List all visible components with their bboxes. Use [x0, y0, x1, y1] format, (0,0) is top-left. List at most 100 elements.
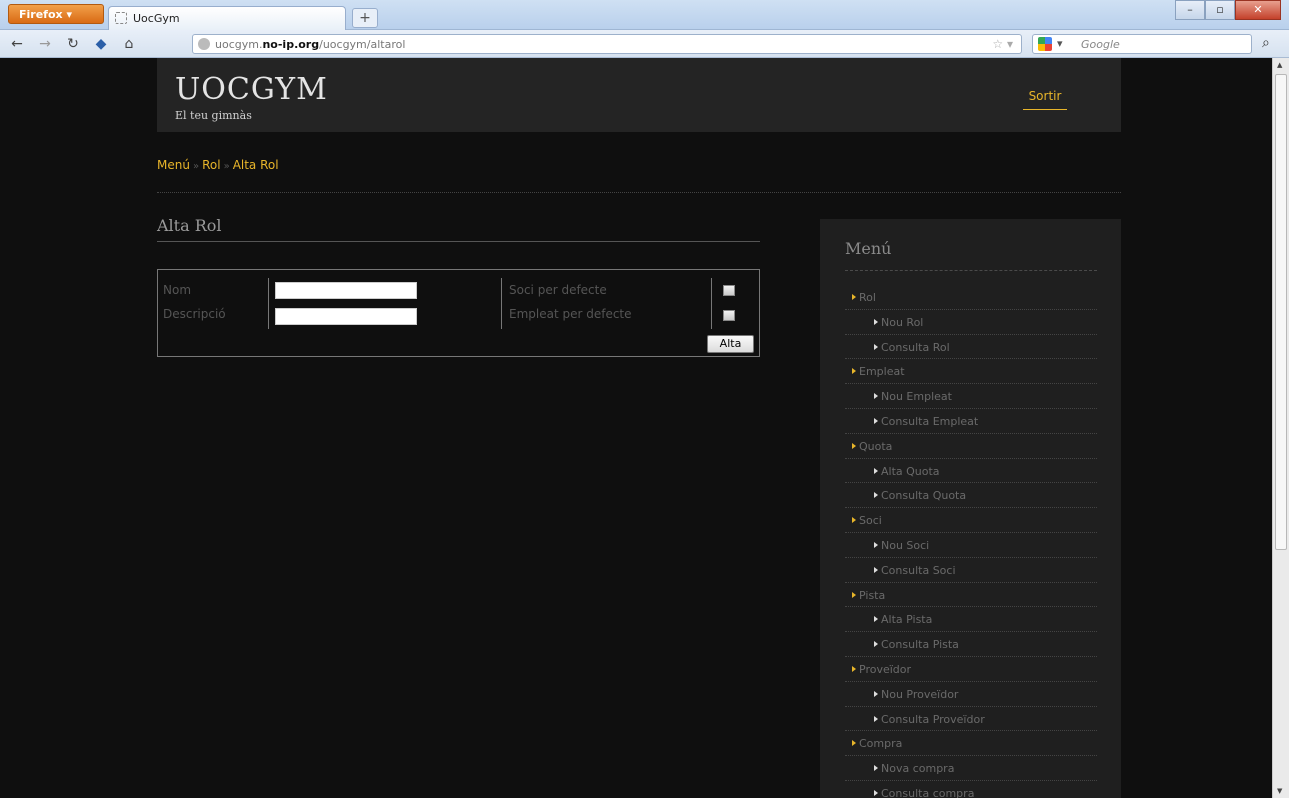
sidebar-item-label: Quota [859, 439, 893, 453]
sidebar-item-label: Proveïdor [859, 662, 912, 676]
sidebar-item-prove-dor[interactable]: Proveïdor [845, 657, 1097, 682]
page-favicon-icon [115, 12, 127, 24]
alta-rol-form: Nom Descripció Soci per defecte Empleat … [157, 269, 760, 357]
forward-arrow-icon[interactable]: → [36, 35, 54, 53]
sidebar-item-nou-prove-dor[interactable]: Nou Proveïdor [845, 682, 1097, 707]
search-bar[interactable]: ▾ Google [1032, 34, 1252, 54]
breadcrumb: Menú» Rol» Alta Rol [157, 158, 279, 172]
sidebar-item-label: Consulta Proveïdor [881, 712, 985, 726]
page-scrollbar[interactable]: ▲ ▼ [1272, 58, 1289, 798]
logout-link[interactable]: Sortir [1023, 89, 1067, 110]
url-bar[interactable]: uocgym.no-ip.org/uocgym/altarol ☆ ▾ [192, 34, 1022, 54]
firefox-menu-button[interactable]: Firefox ▾ [8, 4, 104, 24]
soci-per-defecte-label: Soci per defecte [509, 283, 607, 297]
sidebar-item-consulta-quota[interactable]: Consulta Quota [845, 483, 1097, 509]
url-path: /uocgym/altarol [319, 38, 406, 51]
sidebar-item-label: Rol [859, 291, 876, 304]
sidebar-item-label: Consulta Pista [881, 638, 959, 652]
sidebar-item-rol[interactable]: Rol [845, 285, 1097, 310]
search-placeholder: Google [1081, 38, 1120, 51]
window-controls: – ▫ ✕ [1175, 0, 1281, 20]
sidebar-item-label: Consulta Soci [881, 563, 956, 577]
breadcrumb-alta-rol[interactable]: Alta Rol [233, 158, 279, 172]
sidebar-item-compra[interactable]: Compra [845, 731, 1097, 757]
url-host-domain: no-ip.org [262, 38, 320, 51]
site-logo[interactable]: UOCGYM [175, 72, 328, 107]
bookmark-star-icon[interactable]: ☆ ▾ [992, 37, 1013, 51]
sidebar-title: Menú [845, 239, 1097, 271]
maximize-icon[interactable]: ▫ [1205, 0, 1235, 20]
breadcrumb-rol[interactable]: Rol [202, 158, 220, 172]
site-header: UOCGYM El teu gimnàs Sortir [157, 58, 1121, 132]
sidebar-item-consulta-empleat[interactable]: Consulta Empleat [845, 409, 1097, 434]
browser-titlebar: Firefox ▾ UocGym + – ▫ ✕ [0, 0, 1289, 30]
sidebar-item-label: Pista [859, 588, 886, 602]
sidebar-item-consulta-pista[interactable]: Consulta Pista [845, 632, 1097, 657]
sidebar-item-nou-soci[interactable]: Nou Soci [845, 533, 1097, 558]
home-icon[interactable]: ⌂ [120, 35, 138, 53]
page-title: Alta Rol [157, 216, 760, 242]
close-icon[interactable]: ✕ [1235, 0, 1281, 20]
sidebar-item-label: Nou Rol [881, 315, 924, 329]
empleat-per-defecte-checkbox[interactable] [723, 310, 735, 321]
bullet-arrow-icon [874, 641, 878, 648]
tab-title: UocGym [133, 12, 180, 25]
sidebar-item-alta-pista[interactable]: Alta Pista [845, 607, 1097, 633]
sidebar-item-label: Consulta Rol [881, 340, 950, 354]
sidebar-item-nou-empleat[interactable]: Nou Empleat [845, 384, 1097, 409]
sidebar-item-label: Consulta Quota [881, 489, 967, 503]
bullet-arrow-icon [852, 368, 856, 375]
bullet-arrow-icon [874, 417, 878, 424]
google-logo-icon[interactable] [1038, 37, 1052, 51]
descripcio-label: Descripció [163, 307, 226, 321]
sidebar-item-consulta-soci[interactable]: Consulta Soci [845, 558, 1097, 583]
sidebar-item-label: Soci [859, 514, 882, 528]
divider [711, 278, 712, 329]
reload-icon[interactable]: ↻ [64, 35, 82, 53]
scroll-up-arrow-icon[interactable]: ▲ [1277, 61, 1282, 69]
descripcio-input[interactable] [275, 308, 417, 325]
bullet-arrow-icon [852, 294, 856, 300]
sidebar-item-empleat[interactable]: Empleat [845, 359, 1097, 385]
bullet-arrow-icon [852, 591, 856, 598]
sidebar-item-label: Empleat [859, 365, 905, 379]
empleat-per-defecte-label: Empleat per defecte [509, 307, 632, 321]
bullet-arrow-icon [874, 318, 878, 325]
site-tagline: El teu gimnàs [175, 109, 252, 122]
globe-icon [198, 38, 210, 50]
sidebar-item-consulta-prove-dor[interactable]: Consulta Proveïdor [845, 707, 1097, 732]
scrollbar-thumb[interactable] [1275, 74, 1287, 550]
sidebar-item-quota[interactable]: Quota [845, 434, 1097, 459]
back-arrow-icon[interactable]: ← [8, 35, 26, 53]
bookmark-bird-icon[interactable]: ◆ [92, 35, 110, 53]
navigation-toolbar: ← → ↻ ◆ ⌂ uocgym.no-ip.org/uocgym/altaro… [0, 30, 1289, 58]
sidebar-item-label: Consulta Empleat [881, 414, 979, 428]
new-tab-button[interactable]: + [352, 8, 378, 28]
url-host-prefix: uocgym. [215, 38, 263, 51]
scroll-down-arrow-icon[interactable]: ▼ [1277, 787, 1282, 795]
sidebar-item-label: Consulta compra [881, 786, 975, 798]
sidebar-item-pista[interactable]: Pista [845, 583, 1097, 608]
page-content: UOCGYM El teu gimnàs Sortir Menú» Rol» Alt… [0, 58, 1272, 798]
sidebar-item-label: Nou Soci [881, 538, 930, 552]
tab-uocgym[interactable]: UocGym [108, 6, 346, 30]
bullet-arrow-icon [874, 690, 878, 697]
sidebar-menu: Menú Rol Nou Rol Consulta Rol Empleat Nou Em… [820, 219, 1121, 798]
nom-input[interactable] [275, 282, 417, 299]
minimize-icon[interactable]: – [1175, 0, 1205, 20]
sidebar-item-soci[interactable]: Soci [845, 508, 1097, 533]
divider [157, 192, 1121, 193]
sidebar-item-label: Alta Pista [881, 613, 933, 627]
bullet-arrow-icon [874, 467, 878, 474]
sidebar-item-nova-compra[interactable]: Nova compra [845, 756, 1097, 781]
sidebar-item-consulta-compra[interactable]: Consulta compra [845, 781, 1097, 798]
sidebar-item-alta-quota[interactable]: Alta Quota [845, 459, 1097, 484]
breadcrumb-menu[interactable]: Menú [157, 158, 190, 172]
search-magnifier-icon[interactable]: ⌕ [1262, 35, 1270, 51]
sidebar-item-nou-rol[interactable]: Nou Rol [845, 310, 1097, 335]
search-engine-dropdown-icon[interactable]: ▾ [1057, 37, 1063, 50]
bullet-arrow-icon [852, 442, 856, 449]
soci-per-defecte-checkbox[interactable] [723, 285, 735, 296]
alta-button[interactable]: Alta [707, 335, 754, 353]
sidebar-item-consulta-rol[interactable]: Consulta Rol [845, 335, 1097, 360]
